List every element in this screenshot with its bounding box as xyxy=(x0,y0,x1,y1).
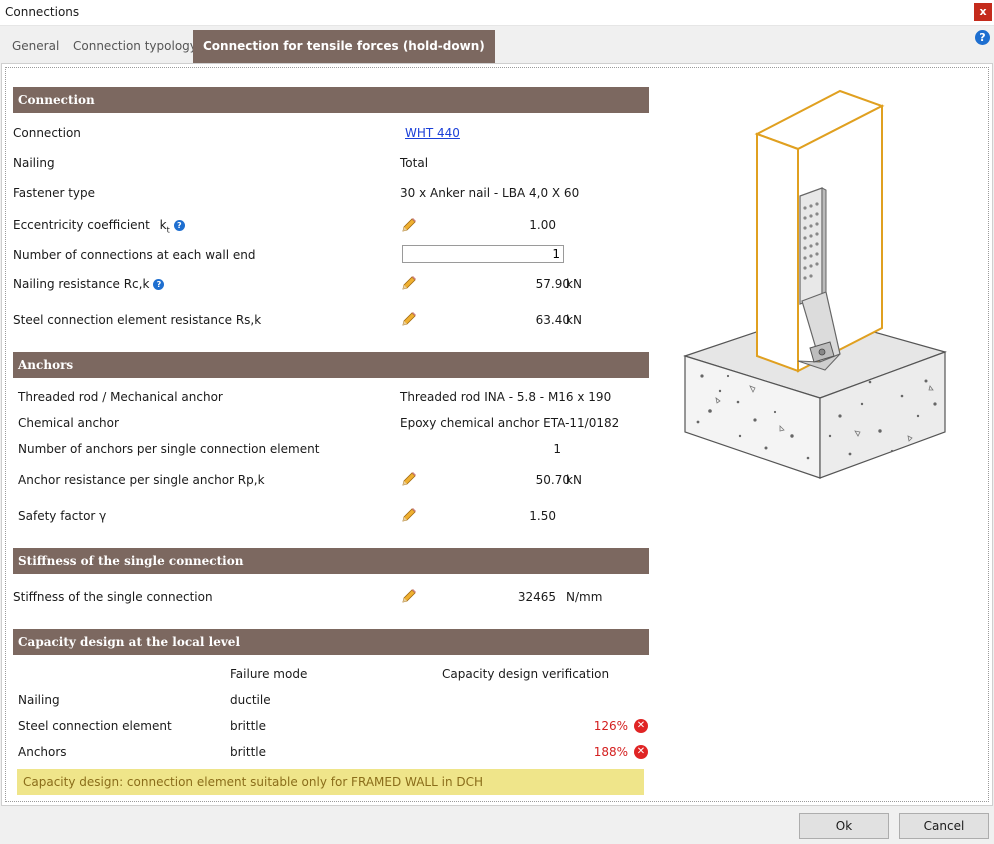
section-connection: Connection xyxy=(13,87,649,113)
nailing-resistance-info-icon[interactable]: ? xyxy=(153,279,165,290)
chemical-anchor-label: Chemical anchor xyxy=(18,416,119,430)
safety-factor-value: 1.50 xyxy=(529,509,556,523)
num-connections-input[interactable] xyxy=(402,245,564,263)
connection-link[interactable]: WHT 440 xyxy=(405,126,460,140)
section-anchors: Anchors xyxy=(13,352,649,378)
section-capacity: Capacity design at the local level xyxy=(13,629,649,655)
eccentricity-symbol: k xyxy=(159,218,167,232)
col-failure-mode: Failure mode xyxy=(230,667,308,681)
steel-resistance-value: 63.40 xyxy=(535,313,570,327)
safety-factor-edit-pencil-icon[interactable] xyxy=(400,506,418,524)
tab-bar: General Connection typology Connection f… xyxy=(0,27,994,63)
anchor-resistance-value: 50.70 xyxy=(535,473,570,487)
threaded-rod-value: Threaded rod INA - 5.8 - M16 x 190 xyxy=(400,390,612,404)
nailing-resistance-label: Nailing resistance Rc,k? xyxy=(13,277,165,291)
chemical-anchor-value: Epoxy chemical anchor ETA-11/0182 xyxy=(400,416,620,430)
steel-resistance-edit-pencil-icon[interactable] xyxy=(400,310,418,328)
safety-factor-label: Safety factor γ xyxy=(18,509,107,523)
stiffness-value: 32465 xyxy=(517,590,556,604)
capacity-row-anchors-pct: 188% xyxy=(593,745,628,759)
anchor-count-value: 1 xyxy=(553,442,561,456)
eccentricity-edit-pencil-icon[interactable] xyxy=(400,216,418,234)
anchor-count-label: Number of anchors per single connection … xyxy=(18,442,320,456)
stiffness-label: Stiffness of the single connection xyxy=(13,590,213,604)
fastener-type-label: Fastener type xyxy=(13,186,96,200)
steel-resistance-unit: kN xyxy=(566,313,582,327)
connection-label: Connection xyxy=(13,126,81,140)
close-button[interactable]: x xyxy=(974,3,992,21)
stiffness-unit: N/mm xyxy=(566,590,603,604)
tab-hold-down[interactable]: Connection for tensile forces (hold-down… xyxy=(193,30,495,63)
eccentricity-info-icon[interactable]: ? xyxy=(173,220,185,231)
nailing-label: Nailing xyxy=(13,156,55,170)
capacity-row-anchors-name: Anchors xyxy=(18,745,67,759)
section-stiffness: Stiffness of the single connection xyxy=(13,548,649,574)
window-title: Connections xyxy=(5,5,80,19)
nailing-resistance-unit: kN xyxy=(566,277,582,291)
capacity-row-steel-name: Steel connection element xyxy=(18,719,172,733)
anchor-resistance-label: Anchor resistance per single anchor Rp,k xyxy=(18,473,265,487)
tab-connection-typology[interactable]: Connection typology xyxy=(73,30,197,63)
eccentricity-value: 1.00 xyxy=(529,218,556,232)
nailing-resistance-edit-pencil-icon[interactable] xyxy=(400,274,418,292)
nailing-resistance-label-text: Nailing resistance Rc,k xyxy=(13,277,150,291)
help-icon[interactable]: ? xyxy=(975,30,990,45)
capacity-warning-banner: Capacity design: connection element suit… xyxy=(17,769,644,795)
stiffness-edit-pencil-icon[interactable] xyxy=(400,587,418,605)
steel-resistance-label: Steel connection element resistance Rs,k xyxy=(13,313,262,327)
hold-down-illustration xyxy=(683,89,947,479)
tab-general[interactable]: General xyxy=(12,30,59,63)
eccentricity-label-text: Eccentricity coefficient xyxy=(13,218,150,232)
eccentricity-label: Eccentricity coefficient kt? xyxy=(13,218,185,234)
capacity-row-anchors-mode: brittle xyxy=(230,745,267,759)
capacity-row-steel-mode: brittle xyxy=(230,719,267,733)
num-connections-label: Number of connections at each wall end xyxy=(13,248,256,262)
error-x-icon: ✕ xyxy=(634,745,648,759)
col-capacity-verification: Capacity design verification xyxy=(442,667,610,681)
capacity-row-nailing-name: Nailing xyxy=(18,693,60,707)
threaded-rod-label: Threaded rod / Mechanical anchor xyxy=(18,390,223,404)
nailing-value: Total xyxy=(400,156,429,170)
nailing-resistance-value: 57.90 xyxy=(535,277,570,291)
fastener-type-value: 30 x Anker nail - LBA 4,0 X 60 xyxy=(400,186,580,200)
anchor-resistance-unit: kN xyxy=(566,473,582,487)
ok-button[interactable]: Ok xyxy=(799,813,889,839)
cancel-button[interactable]: Cancel xyxy=(899,813,989,839)
title-bar: Connections x xyxy=(0,0,994,26)
capacity-row-steel-pct: 126% xyxy=(593,719,628,733)
anchor-resistance-edit-pencil-icon[interactable] xyxy=(400,470,418,488)
error-x-icon: ✕ xyxy=(634,719,648,733)
capacity-row-nailing-mode: ductile xyxy=(230,693,271,707)
eccentricity-subscript: t xyxy=(166,225,170,235)
